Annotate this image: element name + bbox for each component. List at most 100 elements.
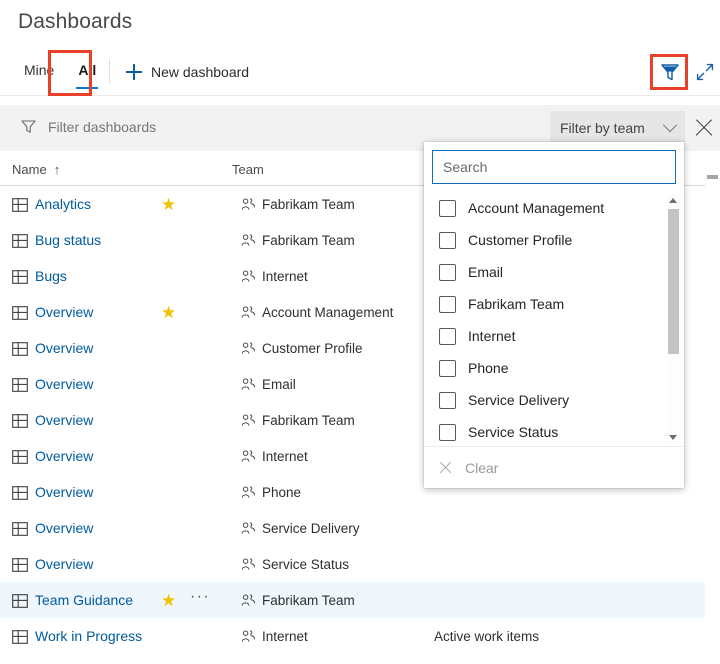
team-option[interactable]: Internet bbox=[424, 320, 684, 352]
dashboard-team-label: Fabrikam Team bbox=[262, 593, 355, 608]
dashboard-description-label: Active work items bbox=[434, 629, 539, 644]
filter-dashboards-input[interactable]: Filter dashboards bbox=[20, 118, 156, 135]
dashboard-team-label: Email bbox=[262, 377, 296, 392]
team-option-checkbox[interactable] bbox=[439, 424, 456, 441]
dashboard-team-label: Phone bbox=[262, 485, 301, 500]
table-row[interactable]: Team Guidance ★ ··· Fabrikam Team bbox=[0, 582, 705, 618]
dashboard-name-link[interactable]: Bug status bbox=[35, 232, 101, 248]
dashboard-team-label: Fabrikam Team bbox=[262, 233, 355, 248]
filter-dashboards-placeholder: Filter dashboards bbox=[48, 119, 156, 135]
table-row[interactable]: Overview Service Delivery bbox=[0, 510, 705, 546]
funnel-icon[interactable] bbox=[659, 61, 681, 83]
team-option-label: Phone bbox=[468, 360, 508, 376]
close-filter-button[interactable] bbox=[693, 117, 715, 139]
dashboard-grid-icon bbox=[12, 197, 28, 218]
favorite-star-icon[interactable]: ★ bbox=[161, 303, 176, 323]
team-icon bbox=[241, 557, 256, 577]
column-header-team[interactable]: Team bbox=[232, 162, 264, 177]
team-option[interactable]: Email bbox=[424, 256, 684, 288]
clear-label: Clear bbox=[465, 460, 498, 476]
command-bar-divider bbox=[109, 59, 110, 83]
dashboard-name-link[interactable]: Team Guidance bbox=[35, 592, 133, 608]
dashboard-name-link[interactable]: Work in Progress bbox=[35, 628, 142, 644]
new-dashboard-label: New dashboard bbox=[151, 64, 249, 80]
team-option[interactable]: Phone bbox=[424, 352, 684, 384]
dashboard-name-link[interactable]: Overview bbox=[35, 304, 93, 320]
chevron-down-icon bbox=[663, 118, 677, 132]
team-option[interactable]: Service Delivery bbox=[424, 384, 684, 416]
team-option-checkbox[interactable] bbox=[439, 360, 456, 377]
tab-all[interactable]: All bbox=[66, 48, 108, 95]
sort-ascending-icon: ↑ bbox=[54, 162, 61, 177]
table-row[interactable]: Overview Service Status bbox=[0, 546, 705, 582]
dashboard-grid-icon bbox=[12, 305, 28, 326]
tab-mine[interactable]: Mine bbox=[12, 48, 66, 95]
team-search-input[interactable]: Search bbox=[432, 150, 676, 184]
dashboard-team-label: Service Status bbox=[262, 557, 349, 572]
dashboard-team-label: Fabrikam Team bbox=[262, 413, 355, 428]
team-icon bbox=[241, 449, 256, 469]
main-scrollbar-thumb[interactable] bbox=[707, 175, 718, 179]
view-tabs: Mine All bbox=[12, 48, 108, 95]
filter-by-team-label: Filter by team bbox=[560, 120, 645, 136]
team-filter-panel: Search Account Management Customer Profil… bbox=[424, 142, 684, 488]
dashboard-name-link[interactable]: Analytics bbox=[35, 196, 91, 212]
team-option-label: Customer Profile bbox=[468, 232, 572, 248]
dashboard-grid-icon bbox=[12, 521, 28, 542]
dashboard-name-link[interactable]: Overview bbox=[35, 520, 93, 536]
funnel-small-icon bbox=[20, 118, 37, 135]
page-title: Dashboards bbox=[18, 10, 132, 34]
dashboard-grid-icon bbox=[12, 629, 28, 650]
team-option-checkbox[interactable] bbox=[439, 200, 456, 217]
scroll-up-arrow-icon[interactable] bbox=[668, 195, 679, 206]
team-option[interactable]: Service Status bbox=[424, 416, 684, 445]
team-icon bbox=[241, 413, 256, 433]
team-search-placeholder: Search bbox=[443, 159, 487, 175]
team-icon bbox=[241, 305, 256, 325]
team-option-checkbox[interactable] bbox=[439, 392, 456, 409]
team-option-checkbox[interactable] bbox=[439, 264, 456, 281]
main-scrollbar[interactable] bbox=[706, 151, 720, 664]
row-more-actions-button[interactable]: ··· bbox=[190, 588, 210, 606]
favorite-star-icon[interactable]: ★ bbox=[161, 195, 176, 215]
dashboard-name-link[interactable]: Overview bbox=[35, 484, 93, 500]
team-option[interactable]: Customer Profile bbox=[424, 224, 684, 256]
team-list-scrollbar-thumb[interactable] bbox=[668, 209, 679, 354]
plus-icon bbox=[126, 64, 142, 80]
team-option[interactable]: Fabrikam Team bbox=[424, 288, 684, 320]
clear-filter-button[interactable]: Clear bbox=[424, 446, 684, 488]
dashboard-team-label: Service Delivery bbox=[262, 521, 360, 536]
dashboard-name-link[interactable]: Overview bbox=[35, 448, 93, 464]
team-option-checkbox[interactable] bbox=[439, 328, 456, 345]
table-row[interactable]: Work in ProgressInternetActive work item… bbox=[0, 618, 705, 654]
filter-by-team-dropdown[interactable]: Filter by team bbox=[550, 111, 685, 145]
scroll-down-arrow-icon[interactable] bbox=[668, 432, 679, 443]
team-option-label: Account Management bbox=[468, 200, 604, 216]
dashboard-team-label: Account Management bbox=[262, 305, 393, 320]
dashboard-name-link[interactable]: Bugs bbox=[35, 268, 67, 284]
team-icon bbox=[241, 377, 256, 397]
command-bar: Mine All New dashboard bbox=[0, 48, 720, 96]
dashboard-name-link[interactable]: Overview bbox=[35, 412, 93, 428]
column-header-name-label: Name bbox=[12, 162, 47, 177]
dashboard-name-link[interactable]: Overview bbox=[35, 340, 93, 356]
dashboard-team-label: Internet bbox=[262, 449, 308, 464]
favorite-star-icon[interactable]: ★ bbox=[161, 591, 176, 611]
team-option[interactable]: Account Management bbox=[424, 192, 684, 224]
team-option-checkbox[interactable] bbox=[439, 232, 456, 249]
team-option-label: Email bbox=[468, 264, 503, 280]
team-option-checkbox[interactable] bbox=[439, 296, 456, 313]
dashboard-grid-icon bbox=[12, 557, 28, 578]
dashboard-grid-icon bbox=[12, 593, 28, 614]
team-option-list: Account Management Customer Profile Email F… bbox=[424, 192, 684, 445]
dashboard-name-link[interactable]: Overview bbox=[35, 556, 93, 572]
team-list-scrollbar[interactable] bbox=[667, 194, 680, 444]
team-option-label: Service Delivery bbox=[468, 392, 569, 408]
team-icon bbox=[241, 629, 256, 649]
dashboard-name-link[interactable]: Overview bbox=[35, 376, 93, 392]
expand-diagonal-icon[interactable] bbox=[694, 61, 716, 83]
column-header-name[interactable]: Name ↑ bbox=[12, 162, 60, 177]
dashboard-grid-icon bbox=[12, 269, 28, 290]
dashboard-grid-icon bbox=[12, 233, 28, 254]
new-dashboard-button[interactable]: New dashboard bbox=[122, 59, 253, 85]
